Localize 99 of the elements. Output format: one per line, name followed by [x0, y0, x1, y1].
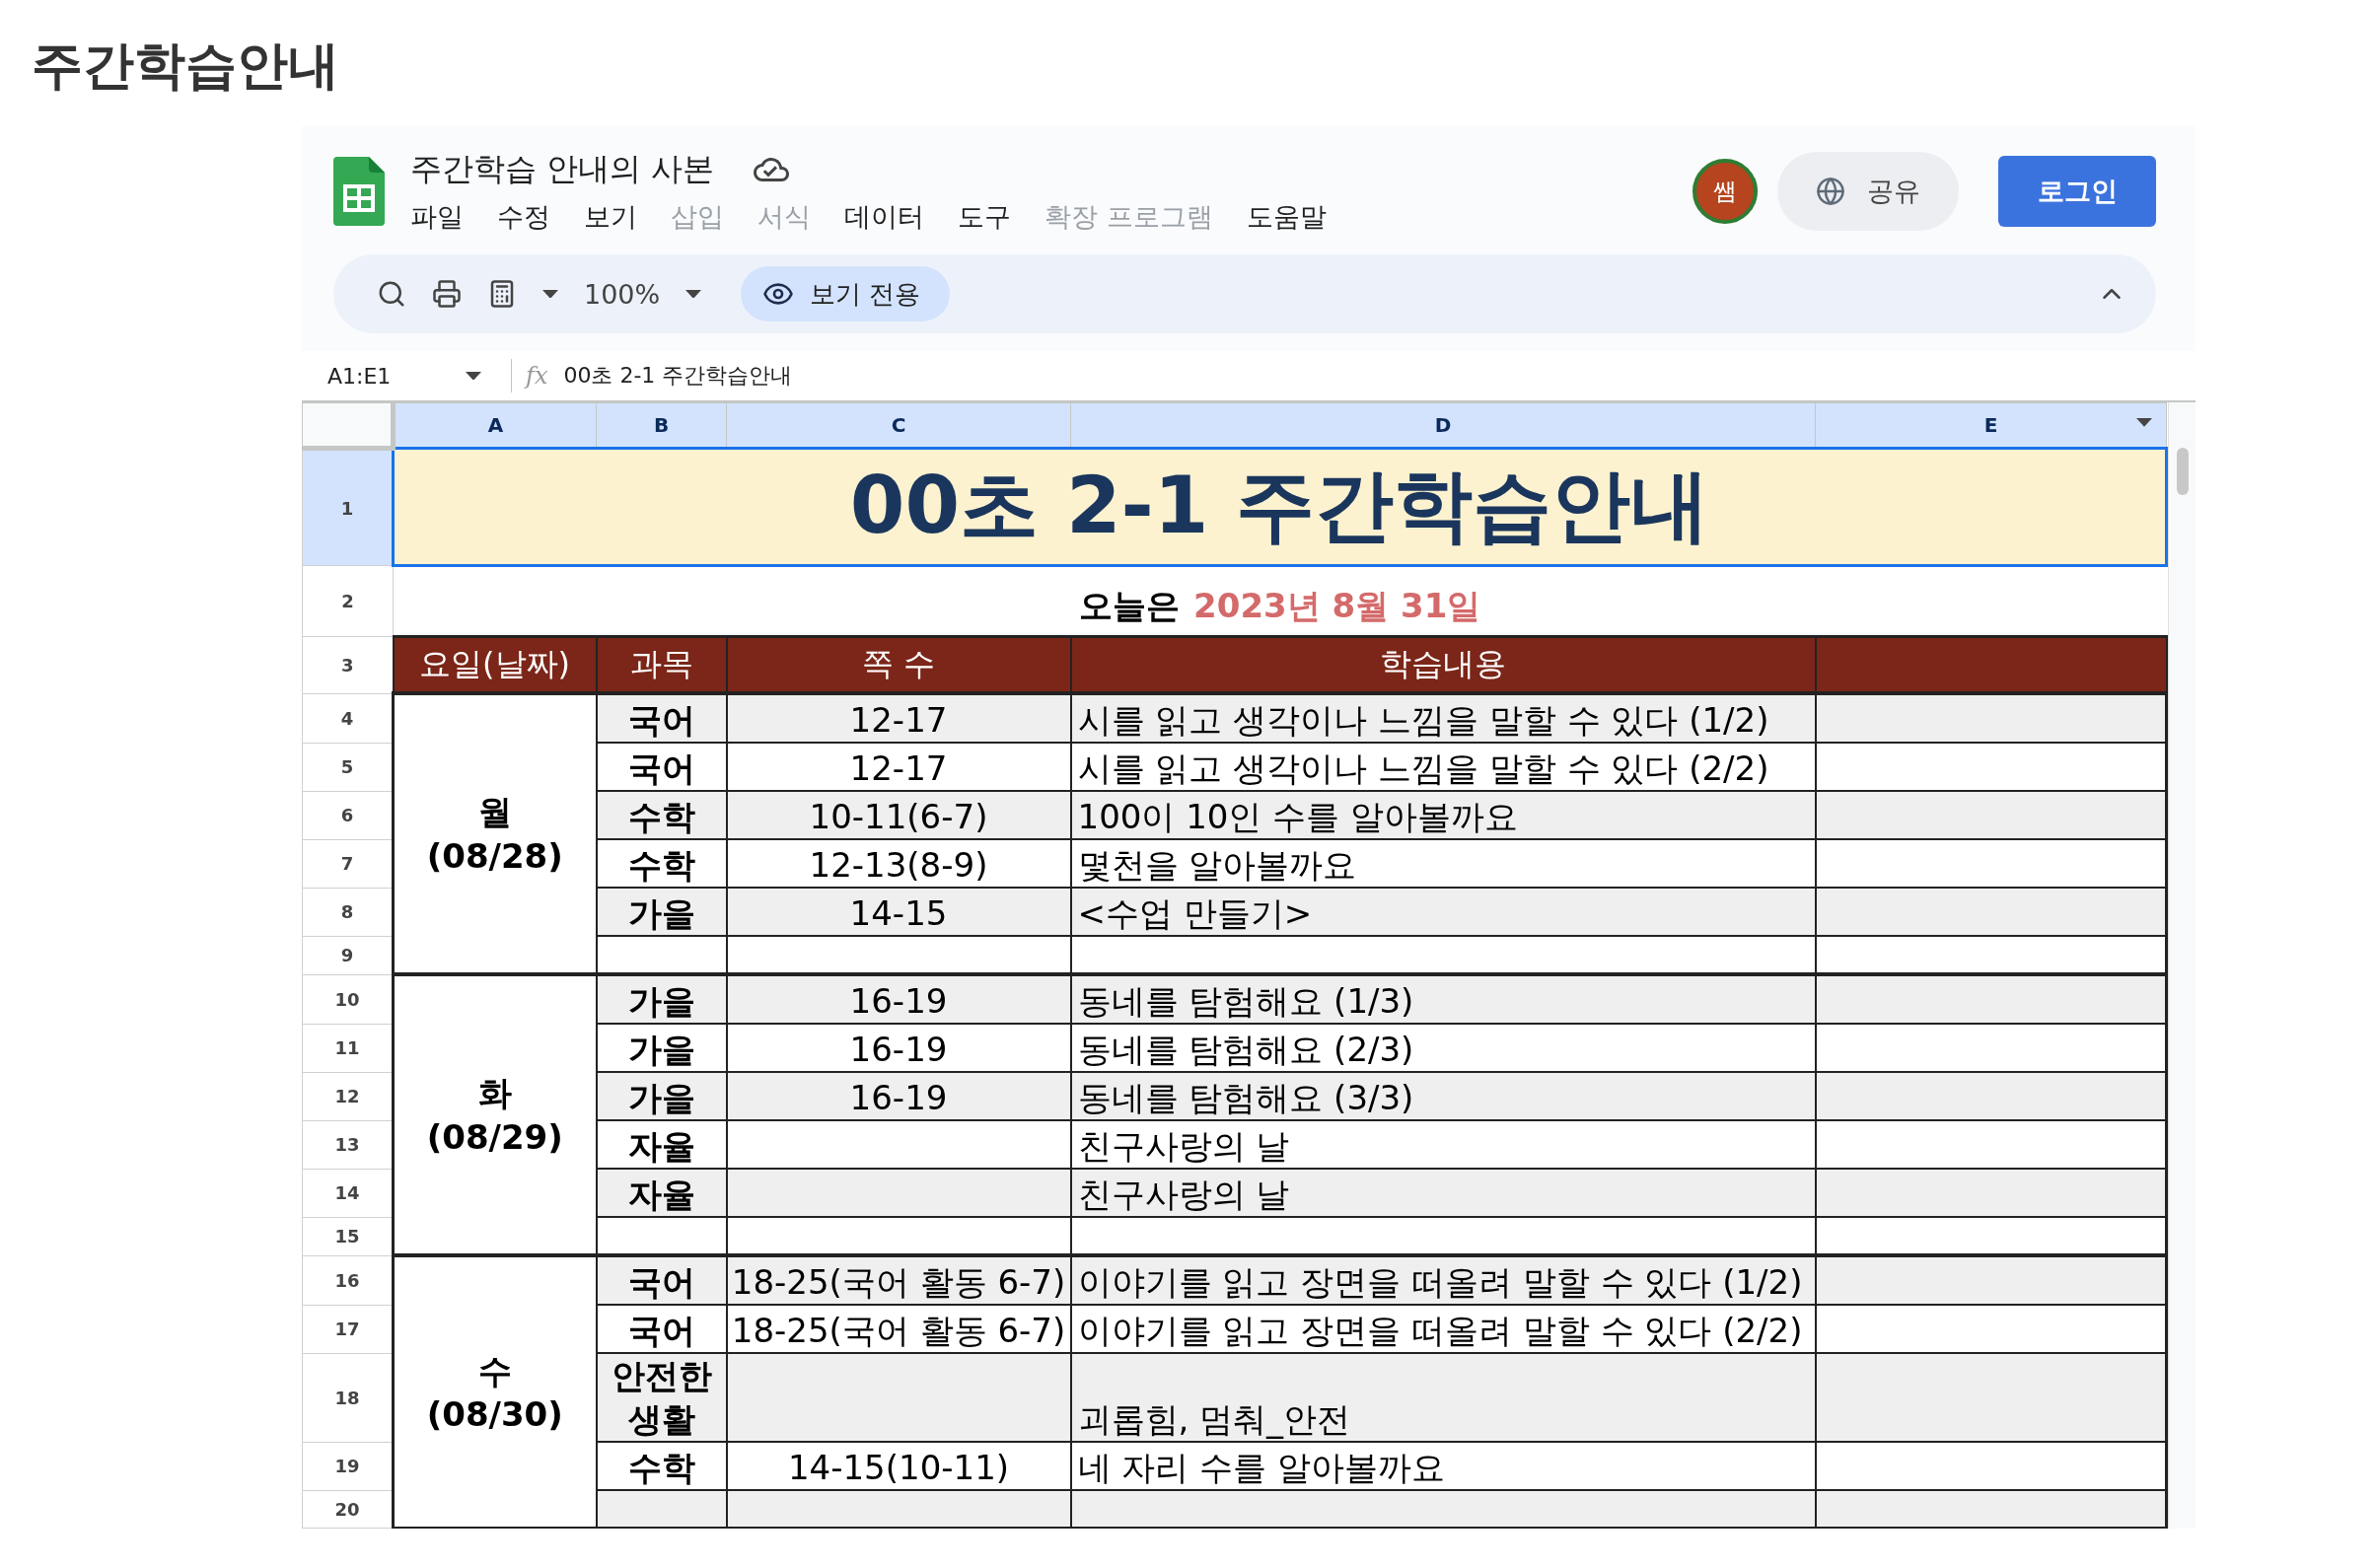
row-header[interactable]: 9 — [302, 936, 394, 974]
row-header[interactable]: 12 — [302, 1072, 394, 1120]
printer-icon[interactable] — [432, 279, 462, 309]
content-cell: 동네를 탐험해요 (2/3) — [1070, 1024, 1816, 1072]
subject-cell: 안전한 생활 — [596, 1353, 727, 1443]
row-header[interactable]: 18 — [302, 1353, 394, 1443]
caret-icon[interactable] — [685, 289, 702, 299]
content-cell: 이야기를 읽고 장면을 떠올려 말할 수 있다 (2/2) — [1070, 1305, 1816, 1353]
day-cell: 월 (08/28) — [393, 693, 597, 974]
row-header[interactable]: 14 — [302, 1169, 394, 1217]
function-label: fx — [526, 362, 548, 390]
content-cell: 100이 10인 수를 알아볼까요 — [1070, 791, 1816, 839]
header-cell: 쪽 수 — [726, 636, 1071, 693]
menu-item[interactable]: 파일 — [410, 199, 464, 235]
formula-value[interactable]: 00초 2-1 주간학습안내 — [563, 361, 793, 391]
spreadsheet-logo-icon[interactable] — [333, 157, 385, 226]
row-header[interactable]: 3 — [302, 636, 394, 693]
row-header[interactable]: 8 — [302, 888, 394, 936]
today-label: 오늘은 — [1079, 586, 1181, 625]
cell-reference[interactable]: A1:E1 — [302, 363, 466, 389]
content-cell: 동네를 탐험해요 (1/3) — [1070, 974, 1816, 1024]
subject-cell: 국어 — [596, 1255, 727, 1305]
content-cell: 몇천을 알아볼까요 — [1070, 839, 1816, 888]
menu-item[interactable]: 보기 — [584, 199, 637, 235]
header-cell: 요일(날짜) — [393, 636, 597, 693]
header-cell: 학습내용 — [1070, 636, 1816, 693]
row-header[interactable]: 6 — [302, 791, 394, 839]
pages-cell: 10-11(6-7) — [726, 791, 1071, 839]
row-header[interactable]: 4 — [302, 693, 394, 743]
row-header[interactable]: 17 — [302, 1305, 394, 1353]
today-date: 2023년 8월 31일 — [1193, 586, 1481, 625]
row-header[interactable]: 2 — [302, 565, 394, 637]
content-cell: 괴롭힘, 멈춰_안전 — [1070, 1353, 1816, 1443]
document-title: 주간학습 안내의 사본 — [410, 149, 715, 189]
pages-cell: 16-19 — [726, 1024, 1071, 1072]
subject-cell: 자율 — [596, 1169, 727, 1217]
pages-cell: 12-17 — [726, 743, 1071, 791]
menu-item[interactable]: 도움말 — [1246, 199, 1327, 235]
column-header[interactable]: E — [1815, 402, 2167, 449]
subject-cell: 가을 — [596, 974, 727, 1024]
content-cell: 시를 읽고 생각이나 느낌을 말할 수 있다 (2/2) — [1070, 743, 1816, 791]
menu-item[interactable]: 수정 — [497, 199, 550, 235]
row-header[interactable]: 13 — [302, 1120, 394, 1169]
subject-cell: 수학 — [596, 839, 727, 888]
pages-cell: 12-17 — [726, 693, 1071, 743]
row-header[interactable]: 11 — [302, 1024, 394, 1072]
content-cell: 동네를 탐험해요 (3/3) — [1070, 1072, 1816, 1120]
pages-cell: 18-25(국어 활동 6-7) — [726, 1255, 1071, 1305]
row-header[interactable]: 1 — [302, 448, 394, 566]
content-cell: <수업 만들기> — [1070, 888, 1816, 936]
pages-cell: 14-15 — [726, 888, 1071, 936]
subject-cell: 수학 — [596, 791, 727, 839]
caret-icon[interactable] — [2136, 418, 2152, 427]
row-header[interactable]: 16 — [302, 1255, 394, 1305]
column-header[interactable]: C — [726, 402, 1071, 449]
page-title: 주간학습안내 — [32, 35, 340, 97]
pages-cell: 16-19 — [726, 1072, 1071, 1120]
caret-icon[interactable] — [542, 289, 558, 299]
row-header[interactable]: 15 — [302, 1217, 394, 1255]
column-header[interactable]: B — [596, 402, 727, 449]
login-button[interactable]: 로그인 — [1998, 156, 2156, 227]
user-avatar[interactable]: 쌤 — [1693, 159, 1758, 224]
row-header[interactable]: 7 — [302, 839, 394, 888]
subject-cell: 가을 — [596, 1024, 727, 1072]
menu-item[interactable]: 도구 — [958, 199, 1011, 235]
content-cell: 친구사랑의 날 — [1070, 1120, 1816, 1169]
subject-cell: 가을 — [596, 1072, 727, 1120]
pages-cell: 12-13(8-9) — [726, 839, 1071, 888]
row-header[interactable]: 20 — [302, 1490, 394, 1529]
day-cell: 화 (08/29) — [393, 974, 597, 1255]
subject-cell: 국어 — [596, 743, 727, 791]
scrollbar-thumb[interactable] — [2176, 448, 2189, 495]
subject-cell: 가을 — [596, 888, 727, 936]
subject-cell: 국어 — [596, 693, 727, 743]
content-cell: 시를 읽고 생각이나 느낌을 말할 수 있다 (1/2) — [1070, 693, 1816, 743]
menu-item[interactable]: 데이터 — [844, 199, 924, 235]
caret-icon[interactable] — [466, 371, 481, 381]
row-header[interactable]: 5 — [302, 743, 394, 791]
row-header[interactable]: 19 — [302, 1442, 394, 1491]
column-header[interactable]: D — [1070, 402, 1816, 449]
globe-icon — [1816, 177, 1845, 206]
share-button[interactable]: 공유 — [1777, 152, 1959, 231]
sheet-title[interactable]: 00초 2-1 주간학습안내 — [393, 448, 2167, 566]
content-cell: 네 자리 수를 알아볼까요 — [1070, 1442, 1816, 1491]
pages-cell: 14-15(10-11) — [726, 1442, 1071, 1491]
subject-cell: 수학 — [596, 1442, 727, 1491]
zoom-level[interactable]: 100% — [584, 278, 661, 310]
row-header[interactable]: 10 — [302, 974, 394, 1024]
pages-cell: 18-25(국어 활동 6-7) — [726, 1305, 1071, 1353]
view-only-button[interactable]: 보기 전용 — [741, 266, 951, 321]
search-icon[interactable] — [377, 279, 406, 309]
content-cell: 친구사랑의 날 — [1070, 1169, 1816, 1217]
day-cell: 수 (08/30) — [393, 1255, 597, 1529]
header-cell: 과목 — [596, 636, 727, 693]
pages-cell: 16-19 — [726, 974, 1071, 1024]
content-cell: 이야기를 읽고 장면을 떠올려 말할 수 있다 (1/2) — [1070, 1255, 1816, 1305]
subject-cell: 자율 — [596, 1120, 727, 1169]
column-header[interactable]: A — [393, 402, 597, 449]
subject-cell: 국어 — [596, 1305, 727, 1353]
